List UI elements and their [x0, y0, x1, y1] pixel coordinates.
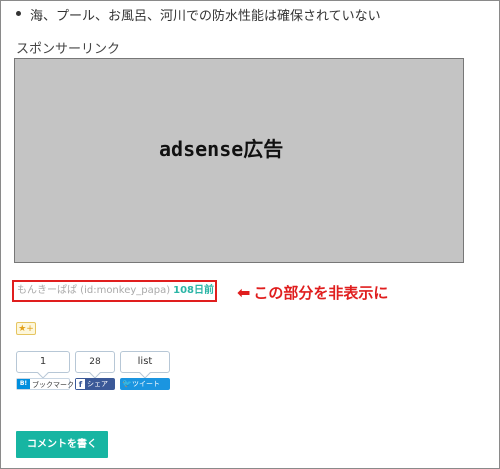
tweet-button[interactable]: 🐦 ツイート	[120, 378, 170, 390]
twitter-count[interactable]: list	[120, 351, 170, 373]
tweet-label: ツイート	[132, 380, 160, 388]
annotation-text: この部分を非表示に	[253, 284, 389, 302]
facebook-share-button[interactable]: f シェア	[75, 378, 115, 390]
add-star-button[interactable]: ★+	[16, 322, 36, 335]
write-comment-button[interactable]: コメントを書く	[16, 431, 108, 458]
ad-placeholder[interactable]: adsense広告	[14, 58, 464, 263]
left-arrow-icon: ⬅	[237, 283, 251, 302]
author-link[interactable]: もんきーぱぱ (id:monkey_papa)	[17, 285, 170, 296]
list-item: 海、プール、お風呂、河川での防水性能は確保されていない	[16, 5, 381, 24]
facebook-share-count[interactable]: 28	[75, 351, 115, 373]
annotation: ⬅ この部分を非表示に	[237, 282, 388, 303]
twitter-bird-icon: 🐦	[122, 379, 132, 388]
author-byline: もんきーぱぱ (id:monkey_papa) 108日前	[12, 280, 217, 302]
hatena-bookmark-count[interactable]: 1	[16, 351, 70, 373]
hatena-bookmark-button[interactable]: B! ブックマーク	[16, 378, 74, 390]
facebook-share-label: シェア	[87, 380, 108, 388]
facebook-icon: f	[76, 379, 85, 389]
sponsor-label: スポンサーリンク	[16, 42, 121, 57]
hatena-bookmark-icon: B!	[17, 379, 30, 389]
ad-text: adsense広告	[159, 137, 284, 161]
hatena-bookmark-label: ブックマーク	[32, 381, 74, 389]
post-age-link[interactable]: 108日前	[173, 285, 214, 296]
